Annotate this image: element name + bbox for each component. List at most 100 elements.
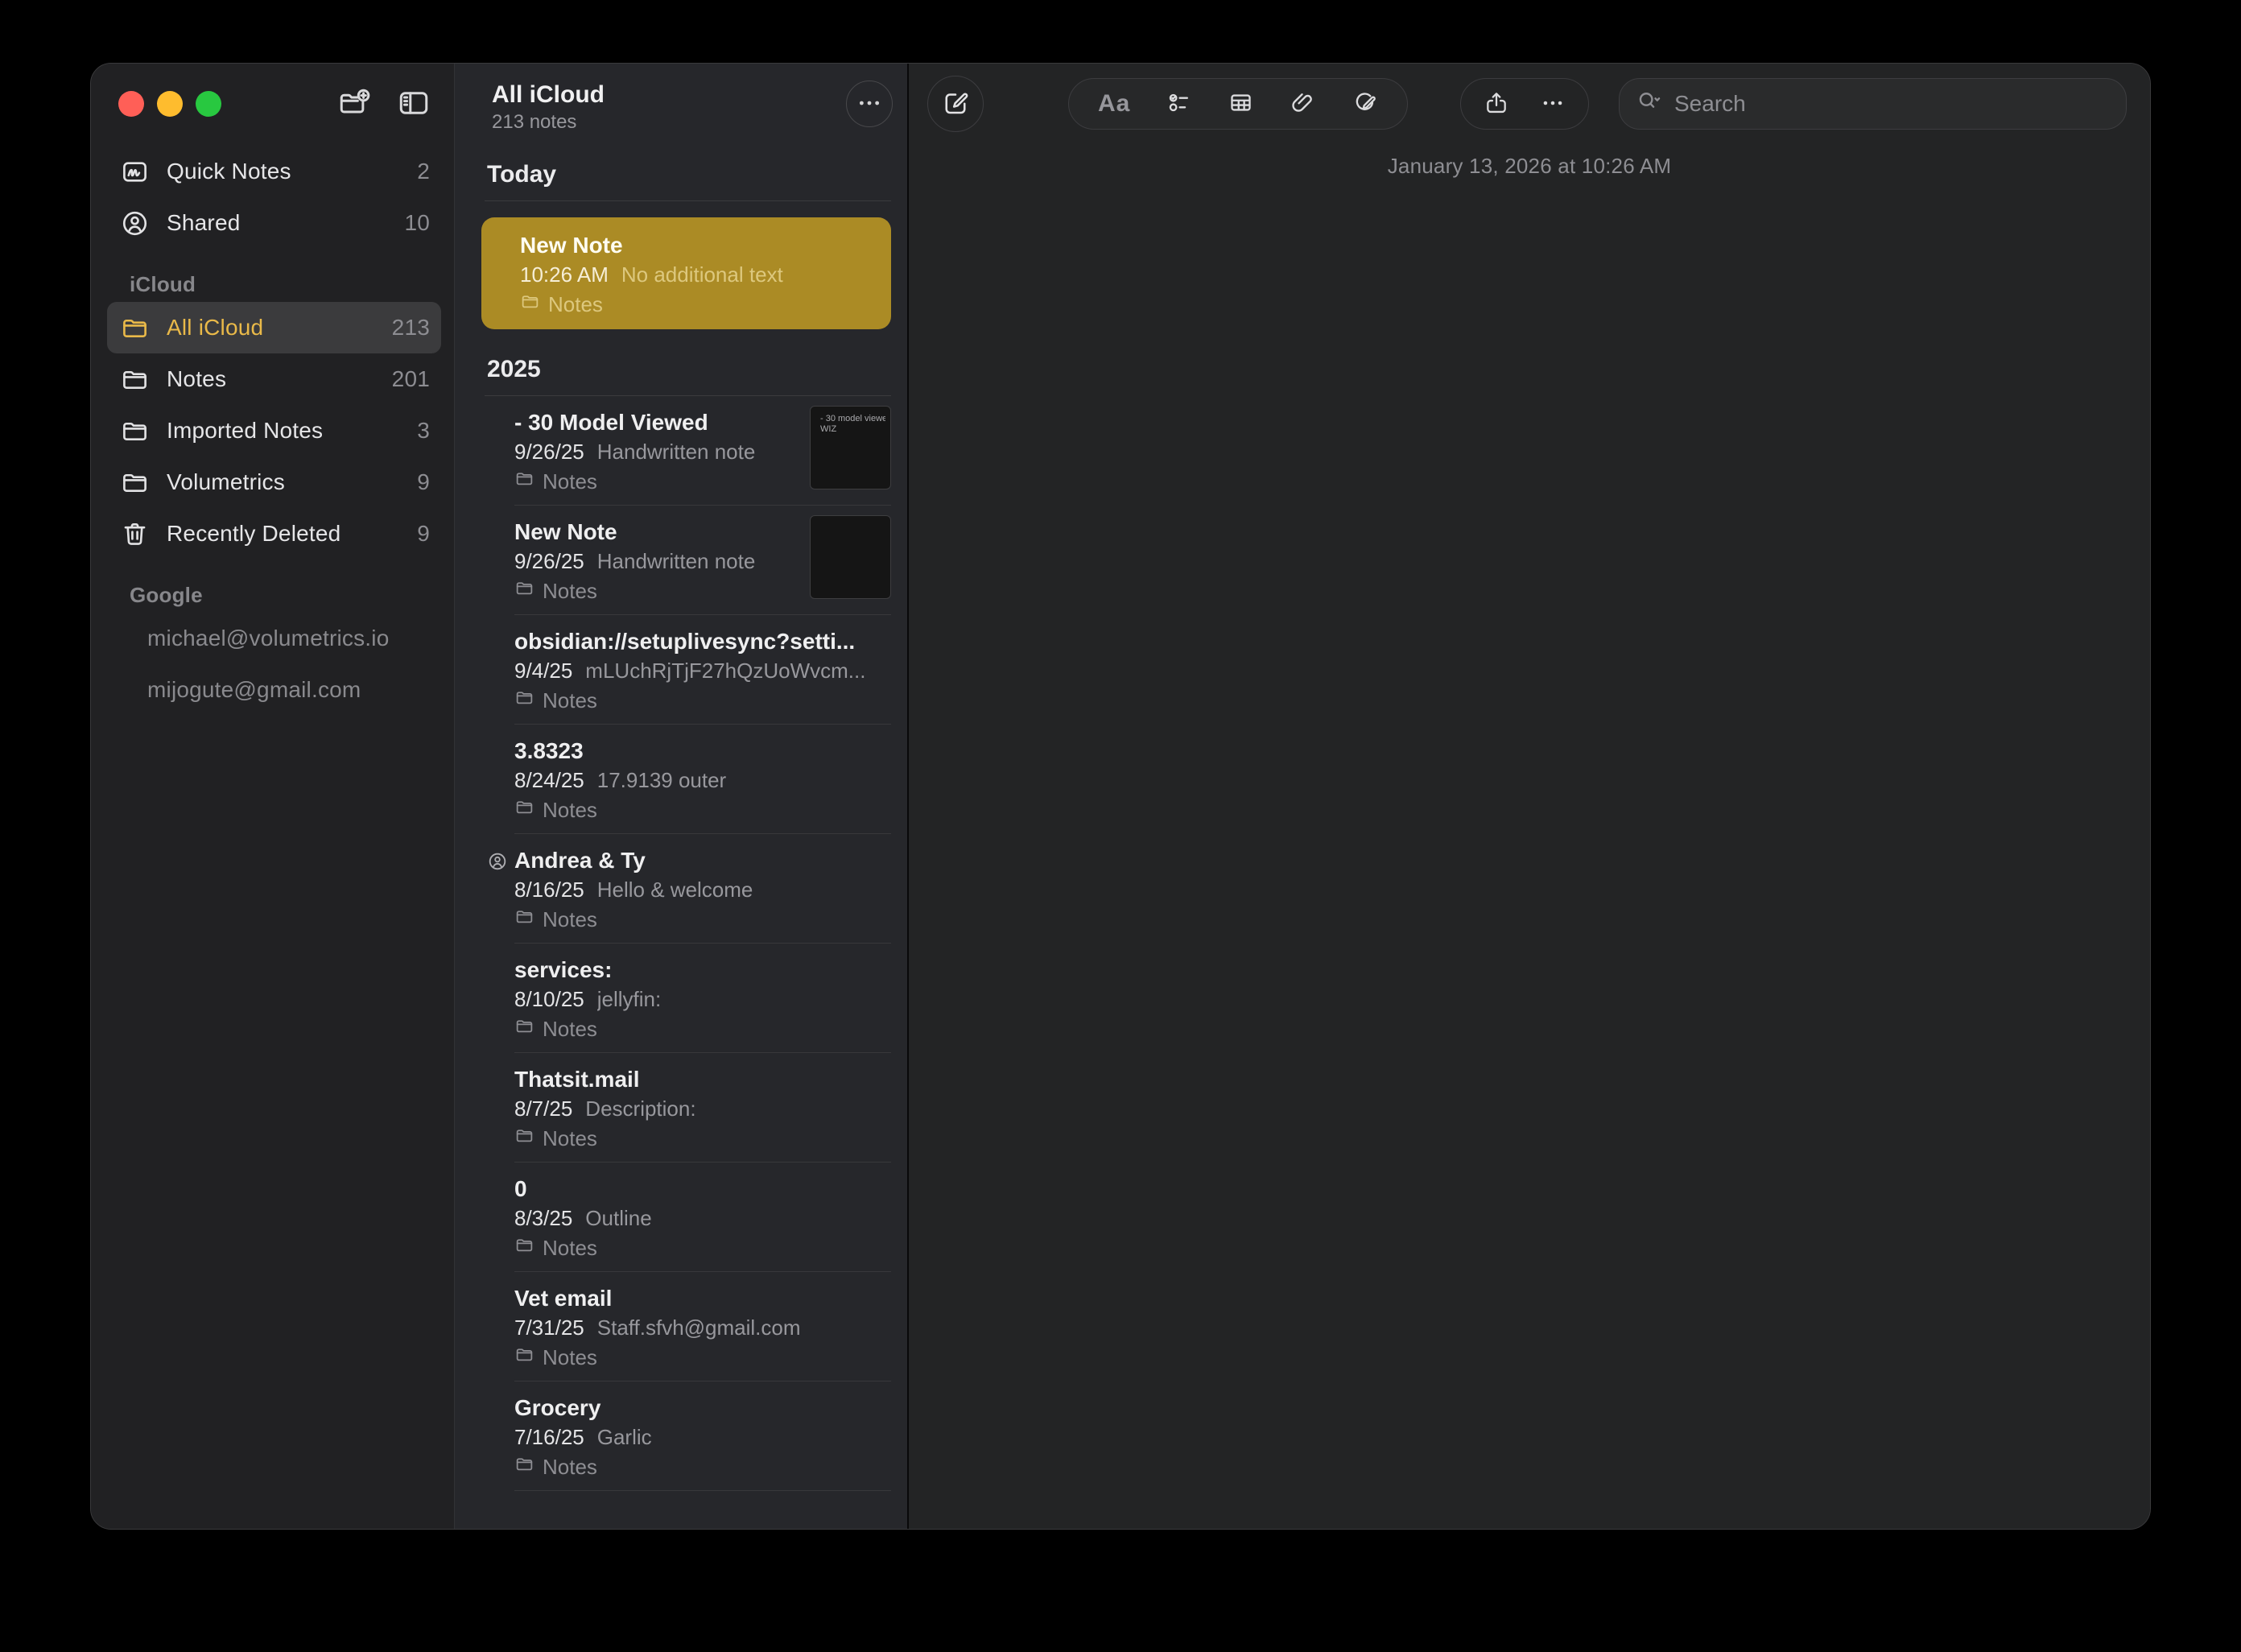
note-title: Andrea & Ty	[514, 846, 891, 875]
folder-icon	[514, 795, 534, 825]
sidebar-item-notes[interactable]: Notes 201	[107, 353, 441, 405]
search-input[interactable]	[1673, 90, 2110, 118]
note-row-vet-email[interactable]: Vet email 7/31/25 Staff.sfvh@gmail.com N…	[455, 1272, 907, 1381]
table-button[interactable]	[1228, 89, 1254, 118]
note-row-obsidian-setuplivesync-setti[interactable]: obsidian://setuplivesync?setti... 9/4/25…	[455, 615, 907, 725]
text-format-button[interactable]: Aa	[1098, 90, 1130, 118]
folder-icon	[120, 365, 162, 394]
note-date: 9/4/25	[514, 656, 572, 686]
sidebar-item-mijogute-gmail-com[interactable]: mijogute@gmail.com	[107, 664, 441, 716]
sidebar-item-shared[interactable]: Shared 10	[107, 197, 441, 249]
zoom-window-button[interactable]	[196, 91, 221, 117]
note-title: New Note	[520, 231, 872, 260]
new-note-button[interactable]	[927, 76, 984, 132]
new-folder-icon	[337, 86, 371, 122]
compose-icon	[941, 89, 970, 120]
sidebar-item-volumetrics[interactable]: Volumetrics 9	[107, 456, 441, 508]
folder-icon	[520, 290, 540, 320]
share-button[interactable]	[1484, 90, 1509, 118]
note-title: - 30 Model Viewed	[514, 408, 790, 437]
more-options-button[interactable]	[1540, 90, 1566, 118]
note-row-new-note[interactable]: New Note 9/26/25 Handwritten note Notes	[455, 506, 907, 615]
folder-title: All iCloud	[492, 81, 891, 109]
note-folder-chip: Notes	[514, 1233, 891, 1263]
note-row-services[interactable]: services: 8/10/25 jellyfin: Notes	[455, 944, 907, 1053]
quick-notes-icon	[120, 157, 162, 187]
sidebar-item-label: Notes	[167, 366, 392, 392]
divider	[514, 1490, 891, 1491]
note-row-30-model-viewed[interactable]: - 30 Model Viewed 9/26/25 Handwritten no…	[455, 396, 907, 506]
sidebar-section: iCloud All iCloud 213 Notes 201 Imported…	[91, 266, 454, 560]
sidebar-section-title: Google	[91, 577, 454, 613]
note-group-label: Today	[455, 159, 907, 191]
new-folder-button[interactable]	[335, 85, 374, 123]
smart-sketch-button[interactable]	[1352, 89, 1378, 118]
smart-sketch-icon	[1352, 89, 1378, 118]
minimize-window-button[interactable]	[157, 91, 183, 117]
note-date: 7/16/25	[514, 1423, 584, 1452]
sidebar: Quick Notes 2 Shared 10 iCloud All iClou…	[91, 64, 454, 1529]
note-date: 8/16/25	[514, 875, 584, 905]
table-icon	[1228, 89, 1254, 118]
note-list-header: All iCloud 213 notes	[455, 64, 907, 144]
note-row-new-note[interactable]: New Note 10:26 AM No additional text Not…	[481, 217, 891, 329]
sidebar-item-all-icloud[interactable]: All iCloud 213	[107, 302, 441, 353]
note-preview: No additional text	[621, 260, 783, 290]
note-preview: Staff.sfvh@gmail.com	[597, 1313, 801, 1343]
folder-icon	[514, 1124, 534, 1154]
share-toolbar-group	[1460, 78, 1589, 130]
search-field[interactable]	[1619, 78, 2127, 130]
sidebar-item-label: Recently Deleted	[167, 521, 417, 547]
note-preview: jellyfin:	[597, 985, 661, 1014]
sidebar-item-imported-notes[interactable]: Imported Notes 3	[107, 405, 441, 456]
note-folder-label: Notes	[543, 686, 597, 716]
list-options-button[interactable]	[846, 81, 893, 127]
note-group: 2025 - 30 Model Viewed 9/26/25 Handwritt…	[455, 353, 907, 1491]
note-folder-chip: Notes	[514, 905, 891, 935]
note-folder-label: Notes	[543, 467, 597, 497]
note-preview: mLUchRjTjF27hQzUoWvcm...	[585, 656, 865, 686]
note-folder-chip: Notes	[514, 686, 891, 716]
format-toolbar-group: Aa	[1068, 78, 1408, 130]
checklist-button[interactable]	[1166, 89, 1192, 118]
sidebar-item-michael-volumetrics-io[interactable]: michael@volumetrics.io	[107, 613, 441, 664]
note-list-column: All iCloud 213 notes Today New Note 10:2…	[454, 64, 909, 1529]
sidebar-item-quick-notes[interactable]: Quick Notes 2	[107, 146, 441, 197]
close-window-button[interactable]	[118, 91, 144, 117]
sidebar-item-recently-deleted[interactable]: Recently Deleted 9	[107, 508, 441, 560]
note-title: Thatsit.mail	[514, 1065, 891, 1094]
note-title: services:	[514, 956, 891, 985]
note-title: Grocery	[514, 1394, 891, 1423]
folder-icon	[514, 686, 534, 716]
note-group-label: 2025	[455, 353, 907, 386]
note-title: Vet email	[514, 1284, 891, 1313]
folder-icon	[514, 1452, 534, 1482]
notes-window: Quick Notes 2 Shared 10 iCloud All iClou…	[90, 63, 2151, 1530]
sidebar-item-label: Imported Notes	[167, 418, 417, 444]
attachment-button[interactable]	[1290, 89, 1316, 118]
note-folder-chip: Notes	[514, 1452, 891, 1482]
note-title: 0	[514, 1175, 891, 1204]
note-date: 8/3/25	[514, 1204, 572, 1233]
note-preview: Hello & welcome	[597, 875, 753, 905]
share-icon	[1484, 90, 1509, 118]
note-date: 10:26 AM	[520, 260, 609, 290]
note-row-andrea-ty[interactable]: Andrea & Ty 8/16/25 Hello & welcome Note…	[455, 834, 907, 944]
sidebar-item-count: 2	[417, 159, 430, 184]
note-row-3-8323[interactable]: 3.8323 8/24/25 17.9139 outer Notes	[455, 725, 907, 834]
note-preview: Handwritten note	[597, 547, 756, 576]
note-folder-label: Notes	[543, 1014, 597, 1044]
note-row-0[interactable]: 0 8/3/25 Outline Notes	[455, 1163, 907, 1272]
note-row-grocery[interactable]: Grocery 7/16/25 Garlic Notes	[455, 1381, 907, 1491]
note-date: 7/31/25	[514, 1313, 584, 1343]
toggle-sidebar-button[interactable]	[394, 85, 433, 123]
sidebar-item-count: 201	[392, 366, 430, 392]
trash-icon	[120, 519, 162, 549]
folder-icon	[514, 1343, 534, 1373]
ellipsis-icon	[1540, 90, 1566, 118]
note-folder-label: Notes	[543, 1124, 597, 1154]
note-folder-chip: Notes	[514, 1343, 891, 1373]
divider	[485, 200, 891, 201]
note-row-thatsit-mail[interactable]: Thatsit.mail 8/7/25 Description: Notes	[455, 1053, 907, 1163]
sidebar-section-title: iCloud	[91, 266, 454, 302]
